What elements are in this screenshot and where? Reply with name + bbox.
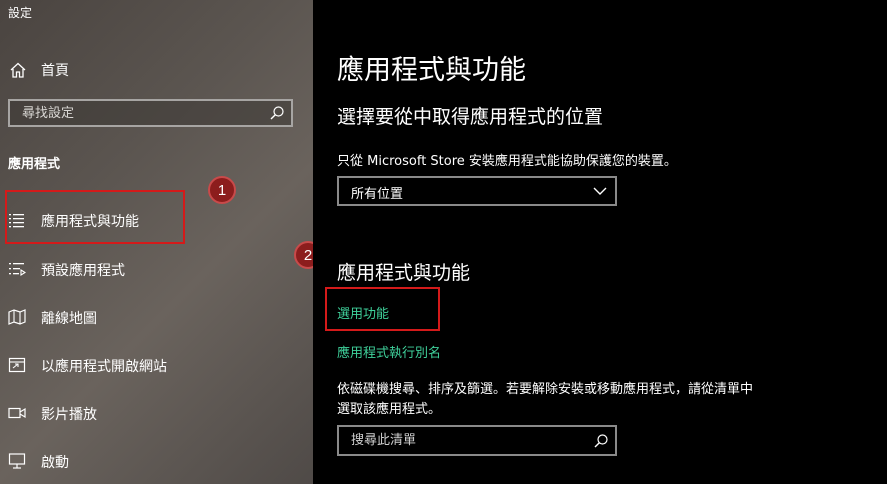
settings-window: 設定 首頁 應用程式 — [0, 0, 887, 484]
startup-icon — [8, 453, 26, 469]
app-list-search-box[interactable] — [337, 425, 617, 456]
open-with-icon — [8, 357, 26, 373]
page-title: 應用程式與功能 — [337, 55, 526, 86]
search-icon[interactable] — [269, 105, 285, 121]
sidebar-item-video-playback[interactable]: 影片播放 — [0, 395, 313, 431]
sidebar-item-label: 預設應用程式 — [41, 263, 125, 279]
sidebar: 設定 首頁 應用程式 — [0, 0, 313, 484]
apps-section-title: 應用程式與功能 — [337, 262, 471, 284]
video-icon — [8, 407, 26, 419]
optional-features-link[interactable]: 選用功能 — [337, 303, 389, 322]
home-label: 首頁 — [41, 63, 69, 79]
apps-section-description: 依磁碟機搜尋、排序及篩選。若要解除安裝或移動應用程式，請從清單中 選取該應用程式… — [337, 380, 807, 420]
sidebar-item-label: 離線地圖 — [41, 311, 97, 327]
app-execution-aliases-link[interactable]: 應用程式執行別名 — [337, 342, 441, 361]
sidebar-item-open-websites[interactable]: 以應用程式開啟網站 — [0, 347, 313, 383]
window-title: 設定 — [8, 6, 33, 20]
sidebar-item-apps-features[interactable]: 應用程式與功能 — [0, 202, 313, 238]
app-list-search-input[interactable] — [339, 427, 591, 454]
sidebar-section-header: 應用程式 — [8, 157, 61, 172]
choose-location-title: 選擇要從中取得應用程式的位置 — [337, 106, 604, 128]
description-line-1: 依磁碟機搜尋、排序及篩選。若要解除安裝或移動應用程式，請從清單中 — [337, 382, 754, 397]
sidebar-item-startup[interactable]: 啟動 — [0, 443, 313, 479]
settings-search-box[interactable] — [8, 99, 293, 127]
sidebar-item-offline-maps[interactable]: 離線地圖 — [0, 299, 313, 335]
sidebar-item-label: 應用程式與功能 — [41, 214, 139, 230]
home-icon — [10, 62, 26, 78]
step-badge-1: 1 — [208, 176, 236, 204]
main-content: 應用程式與功能 選擇要從中取得應用程式的位置 只從 Microsoft Stor… — [313, 0, 887, 484]
offline-map-icon — [8, 309, 26, 325]
sidebar-item-label: 啟動 — [41, 455, 69, 471]
chevron-down-icon — [593, 187, 607, 195]
sidebar-home[interactable]: 首頁 — [0, 52, 313, 88]
search-icon[interactable] — [593, 433, 609, 449]
choose-location-description: 只從 Microsoft Store 安裝應用程式能協助保護您的裝置。 — [337, 154, 677, 169]
description-line-2: 選取該應用程式。 — [337, 402, 442, 417]
apps-list-icon — [9, 214, 24, 228]
sidebar-item-label: 以應用程式開啟網站 — [41, 359, 167, 375]
default-apps-icon — [9, 263, 26, 276]
install-location-dropdown[interactable]: 所有位置 — [337, 176, 617, 206]
sidebar-item-label: 影片播放 — [41, 407, 97, 423]
sidebar-item-default-apps[interactable]: 預設應用程式 — [0, 251, 313, 287]
dropdown-selected-value: 所有位置 — [351, 187, 404, 202]
settings-search-input[interactable] — [10, 101, 272, 125]
